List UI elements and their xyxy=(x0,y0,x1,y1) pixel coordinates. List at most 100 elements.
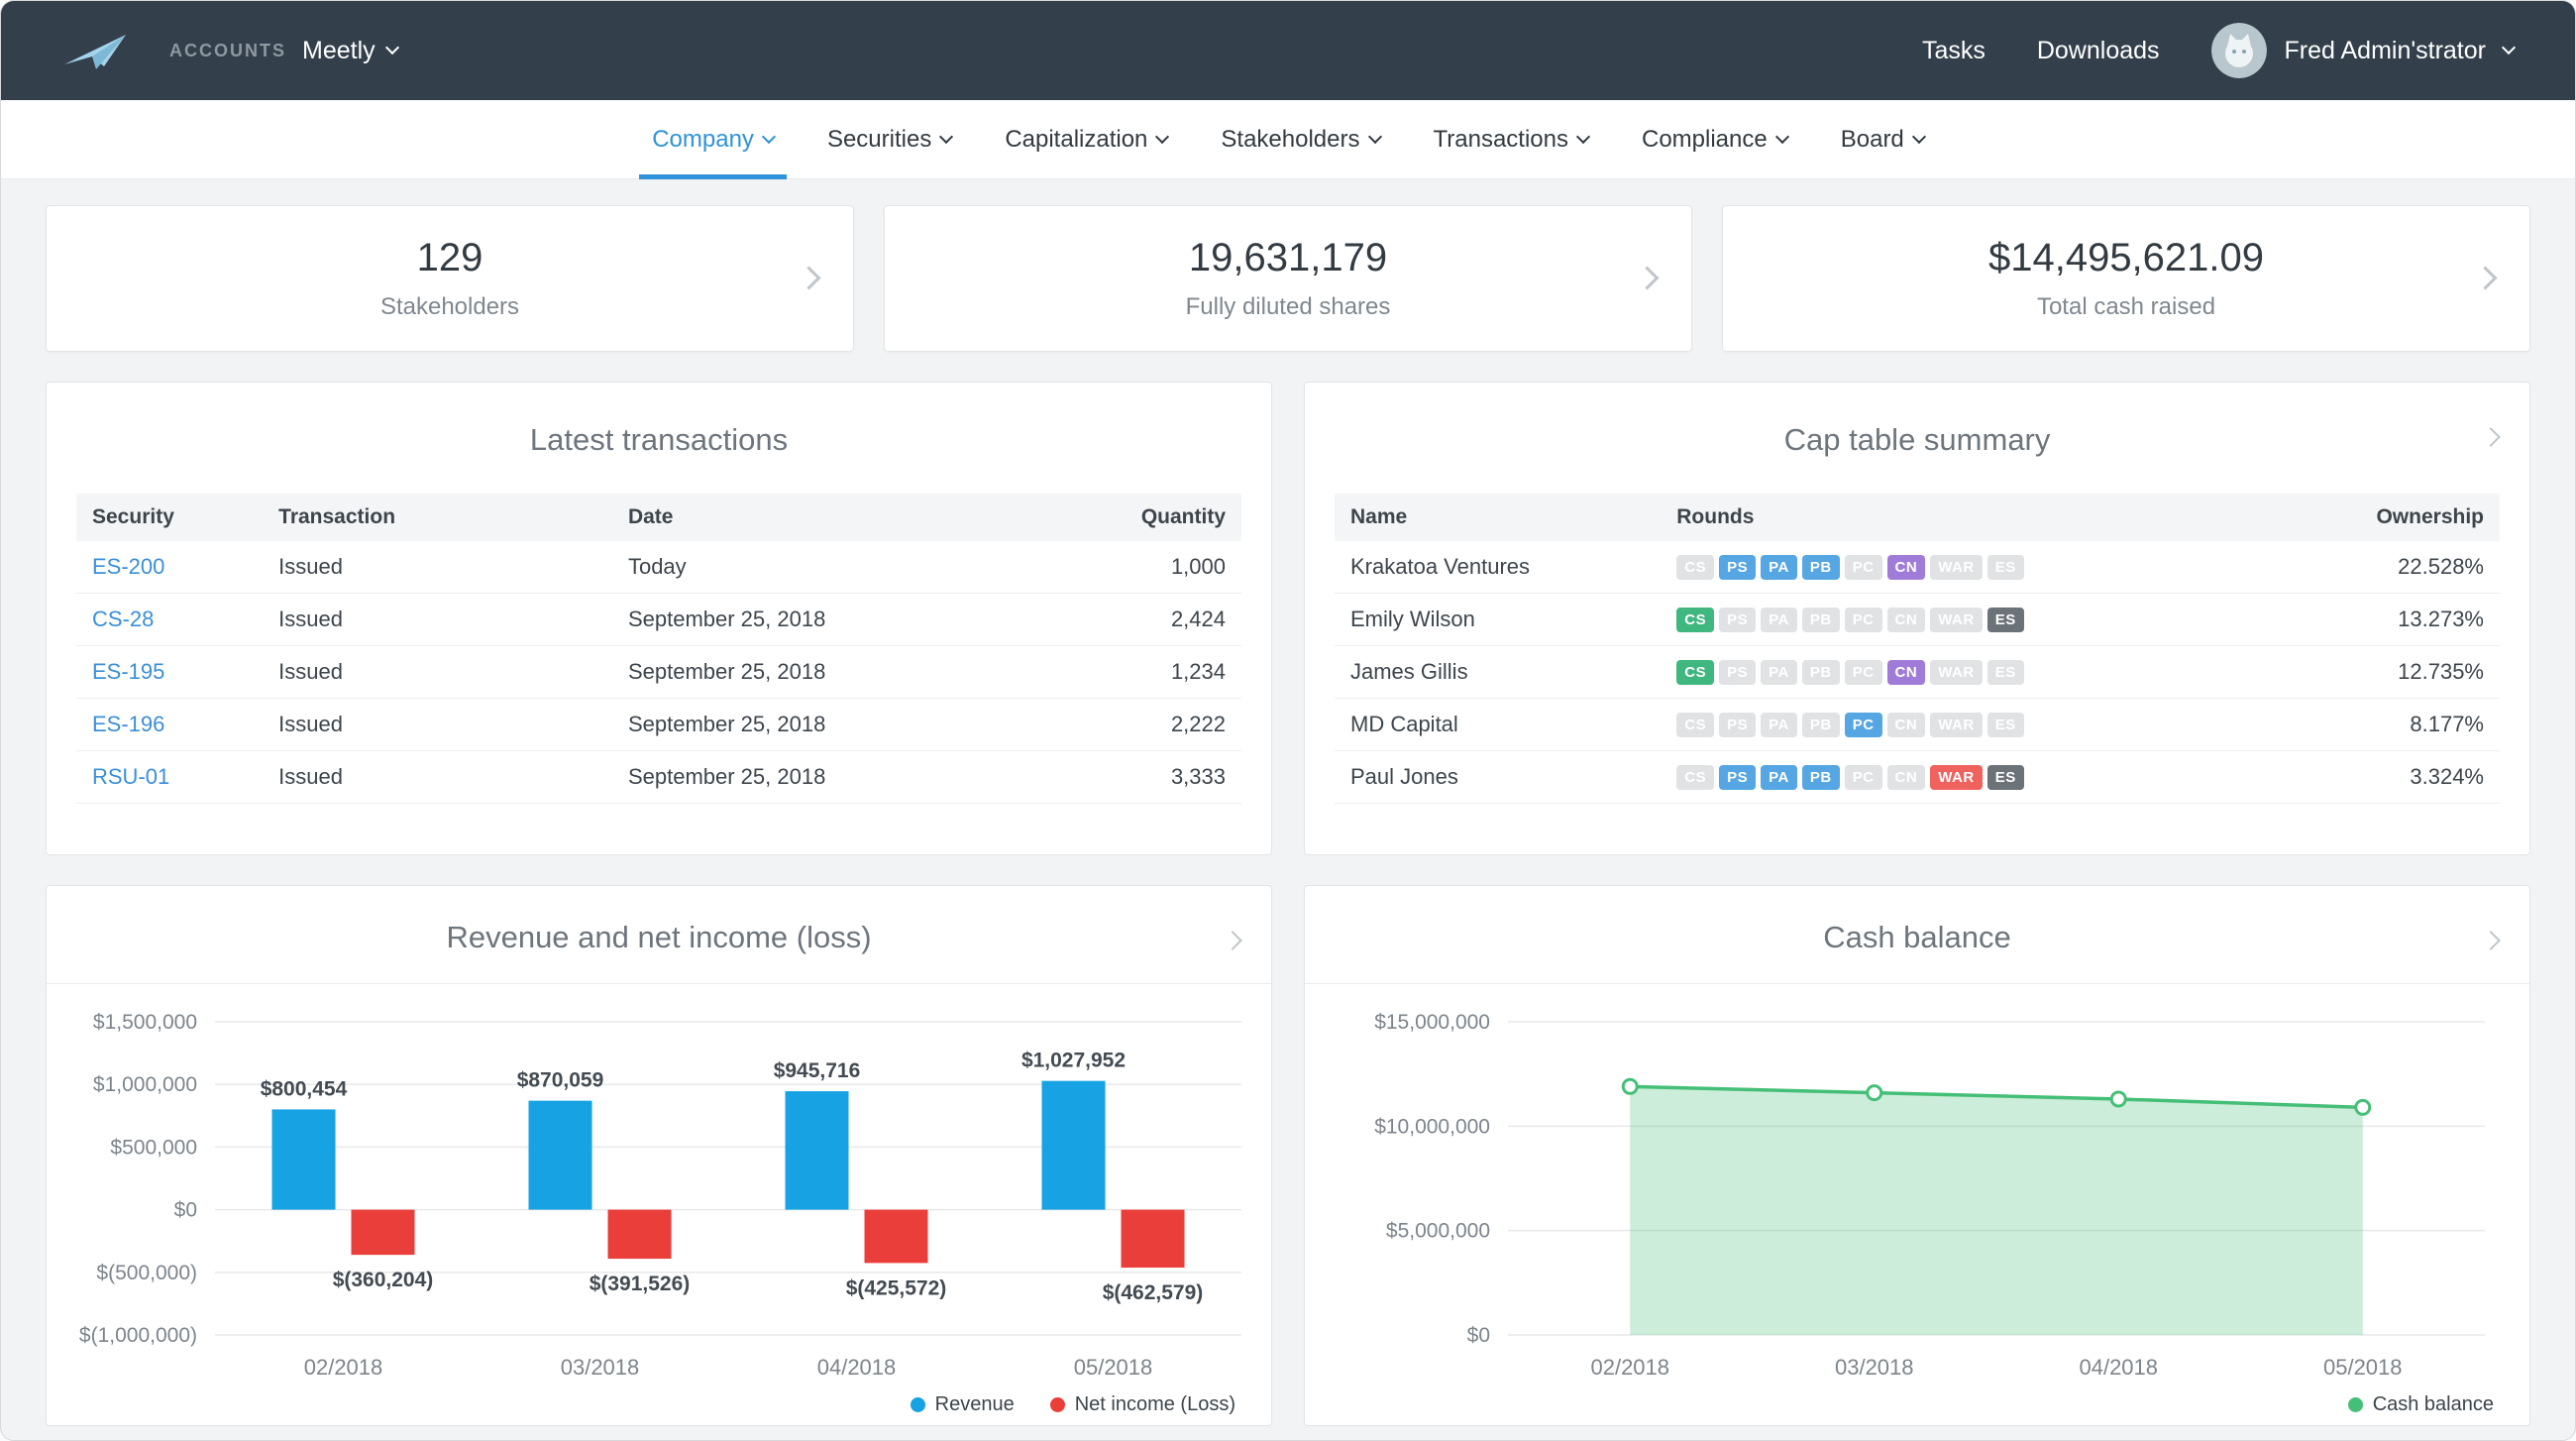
stakeholder-name: James Gillis xyxy=(1335,646,1661,699)
chevron-down-icon xyxy=(2502,41,2516,55)
stakeholder-name: Paul Jones xyxy=(1335,751,1661,804)
tab-compliance[interactable]: Compliance xyxy=(1615,100,1814,178)
round-badge-pa: PA xyxy=(1761,713,1797,737)
round-badge-pc: PC xyxy=(1845,765,1882,790)
tab-label: Company xyxy=(652,126,754,154)
tab-label: Compliance xyxy=(1642,126,1768,154)
cap-table-body: Krakatoa VenturesCSPSPAPBPCCNWARES22.528… xyxy=(1335,541,2500,804)
legend-label: Net income (Loss) xyxy=(1075,1393,1235,1416)
legend-item[interactable]: Revenue xyxy=(911,1393,1015,1416)
round-badge-cn: CN xyxy=(1887,713,1926,737)
cash-balance-chart: $0$5,000,000$10,000,000$15,000,00002/201… xyxy=(1305,992,2529,1388)
cap-table-row: Emily WilsonCSPSPAPBPCCNWARES13.273% xyxy=(1335,594,2500,646)
tab-securities[interactable]: Securities xyxy=(801,100,978,178)
round-badge-cs: CS xyxy=(1676,713,1714,737)
panel-header: Cap table summary xyxy=(1305,383,2529,458)
transaction-date: Today xyxy=(612,541,1055,594)
transaction-date: September 25, 2018 xyxy=(612,646,1055,699)
transaction-type: Issued xyxy=(263,594,612,646)
downloads-link[interactable]: Downloads xyxy=(2037,37,2160,65)
svg-text:$10,000,000: $10,000,000 xyxy=(1374,1115,1490,1138)
svg-text:03/2018: 03/2018 xyxy=(1835,1355,1914,1380)
round-badge-ps: PS xyxy=(1719,765,1756,790)
chevron-right-icon[interactable] xyxy=(1223,931,1242,950)
navbar-right: Tasks Downloads Fred Admin'strator xyxy=(1922,23,2514,78)
data-point-marker xyxy=(1868,1086,1881,1100)
stat-label: Fully diluted shares xyxy=(1186,293,1391,321)
tab-company[interactable]: Company xyxy=(625,100,801,178)
stat-card-fully-diluted-shares[interactable]: 19,631,179 Fully diluted shares xyxy=(884,205,1692,352)
chevron-down-icon xyxy=(1576,129,1590,143)
transaction-row: RSU-01IssuedSeptember 25, 20183,333 xyxy=(76,751,1241,804)
bar-revenue xyxy=(529,1101,592,1210)
tab-label: Securities xyxy=(827,126,931,154)
cash-chart-body: $0$5,000,000$10,000,000$15,000,00002/201… xyxy=(1305,992,2529,1393)
round-badge-war: WAR xyxy=(1930,765,1983,790)
transaction-quantity: 1,234 xyxy=(1055,646,1241,699)
round-badge-cs: CS xyxy=(1676,765,1714,790)
bar-net-income xyxy=(352,1210,415,1256)
security-link[interactable]: ES-200 xyxy=(92,554,164,579)
account-switcher[interactable]: Meetly xyxy=(302,37,397,65)
column-header-name: Name xyxy=(1335,494,1661,541)
round-badge-ps: PS xyxy=(1719,555,1756,580)
legend-item[interactable]: Cash balance xyxy=(2348,1393,2494,1416)
chevron-down-icon xyxy=(1775,129,1789,143)
tab-transactions[interactable]: Transactions xyxy=(1407,100,1616,178)
stats-row: 129 Stakeholders 19,631,179 Fully dilute… xyxy=(46,205,2530,352)
security-link[interactable]: ES-195 xyxy=(92,659,164,684)
security-link[interactable]: ES-196 xyxy=(92,712,164,736)
panel-title: Latest transactions xyxy=(530,422,788,457)
logo-icon[interactable] xyxy=(62,29,128,72)
column-header-security: Security xyxy=(76,494,263,541)
svg-text:$870,059: $870,059 xyxy=(517,1069,604,1092)
transaction-quantity: 2,222 xyxy=(1055,699,1241,751)
round-badge-es: ES xyxy=(1987,555,2024,580)
bar-revenue xyxy=(272,1109,336,1209)
chevron-right-icon[interactable] xyxy=(2481,427,2501,447)
svg-text:$1,000,000: $1,000,000 xyxy=(93,1073,197,1096)
cap-table-summary-panel: Cap table summary Name Rounds Ownership … xyxy=(1304,382,2530,855)
stakeholder-name: MD Capital xyxy=(1335,699,1661,751)
transaction-quantity: 2,424 xyxy=(1055,594,1241,646)
dashboard-content: 129 Stakeholders 19,631,179 Fully dilute… xyxy=(1,205,2575,1426)
round-badge-pc: PC xyxy=(1845,608,1882,632)
latest-transactions-panel: Latest transactions Security Transaction… xyxy=(46,382,1272,855)
round-badge-pa: PA xyxy=(1761,765,1797,790)
chevron-right-icon[interactable] xyxy=(2481,931,2501,950)
stat-card-stakeholders[interactable]: 129 Stakeholders xyxy=(46,205,854,352)
column-header-date: Date xyxy=(612,494,1055,541)
svg-text:$800,454: $800,454 xyxy=(261,1077,348,1100)
transactions-table: Security Transaction Date Quantity ES-20… xyxy=(76,494,1241,804)
user-name: Fred Admin'strator xyxy=(2285,37,2486,65)
data-point-marker xyxy=(1623,1079,1637,1093)
svg-text:05/2018: 05/2018 xyxy=(1074,1355,1153,1380)
legend-item[interactable]: Net income (Loss) xyxy=(1050,1393,1235,1416)
security-link[interactable]: RSU-01 xyxy=(92,764,169,789)
cat-avatar-image xyxy=(2211,23,2267,78)
column-header-ownership: Ownership xyxy=(2267,494,2500,541)
stat-card-total-cash-raised[interactable]: $14,495,621.09 Total cash raised xyxy=(1722,205,2530,352)
panel-header: Cash balance xyxy=(1305,886,2529,984)
tab-stakeholders[interactable]: Stakeholders xyxy=(1194,100,1406,178)
user-menu[interactable]: Fred Admin'strator xyxy=(2211,23,2514,78)
transaction-date: September 25, 2018 xyxy=(612,751,1055,804)
accounts-label: ACCOUNTS xyxy=(169,41,286,61)
column-header-rounds: Rounds xyxy=(1661,494,2267,541)
transactions-table-body: ES-200IssuedToday1,000CS-28IssuedSeptemb… xyxy=(76,541,1241,804)
ownership-percent: 22.528% xyxy=(2267,541,2500,594)
svg-text:05/2018: 05/2018 xyxy=(2323,1355,2403,1380)
chevron-down-icon xyxy=(762,129,776,143)
security-link[interactable]: CS-28 xyxy=(92,607,154,631)
tab-label: Capitalization xyxy=(1005,126,1147,154)
round-badge-cn: CN xyxy=(1887,765,1926,790)
tab-capitalization[interactable]: Capitalization xyxy=(978,100,1194,178)
chevron-down-icon xyxy=(939,129,953,143)
round-badge-cs: CS xyxy=(1676,660,1714,685)
bar-net-income xyxy=(1122,1210,1185,1268)
svg-text:02/2018: 02/2018 xyxy=(1590,1355,1669,1380)
svg-text:$1,027,952: $1,027,952 xyxy=(1021,1050,1126,1072)
transaction-row: ES-195IssuedSeptember 25, 20181,234 xyxy=(76,646,1241,699)
tab-board[interactable]: Board xyxy=(1814,100,1951,178)
tasks-link[interactable]: Tasks xyxy=(1922,37,1986,65)
